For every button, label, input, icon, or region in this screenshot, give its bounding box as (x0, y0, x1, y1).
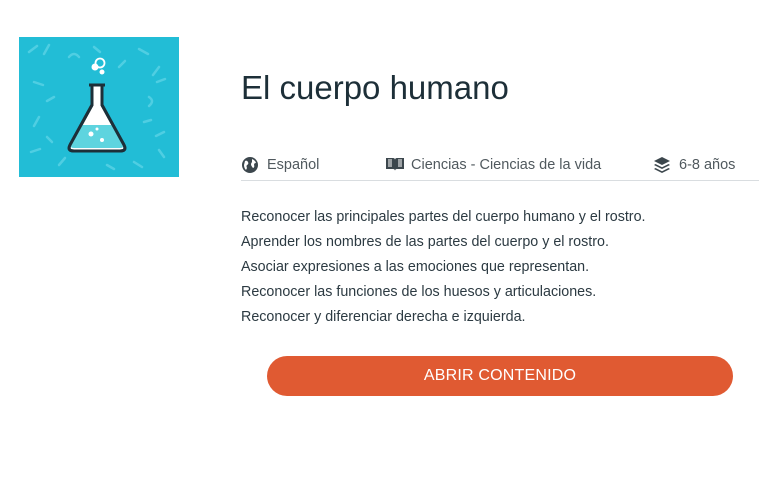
course-title: El cuerpo humano (241, 69, 509, 106)
meta-subject: Ciencias - Ciencias de la vida (385, 156, 601, 174)
objective-item: Reconocer las funciones de los huesos y … (241, 284, 597, 300)
objective-item: Aprender los nombres de las partes del c… (241, 234, 609, 250)
subject-label: Ciencias - Ciencias de la vida (411, 157, 602, 173)
objective-item: Reconocer y diferenciar derecha e izquie… (241, 309, 526, 325)
layers-icon (653, 156, 671, 174)
meta-language: Español (241, 156, 319, 174)
objective-item: Asociar expresiones a las emociones que … (241, 259, 590, 275)
course-meta-bar: Español Ciencias - Ciencias de la vida 6… (241, 152, 759, 181)
age-label: 6-8 años (679, 157, 736, 173)
objective-item: Reconocer las principales partes del cue… (241, 209, 646, 225)
objectives-list: Reconocer las principales partes del cue… (241, 205, 646, 330)
open-content-button[interactable]: ABRIR CONTENIDO (267, 356, 733, 396)
flask-icon (27, 43, 167, 171)
book-icon (385, 156, 405, 174)
course-thumbnail (19, 37, 179, 177)
globe-icon (241, 156, 259, 174)
meta-age: 6-8 años (653, 156, 735, 174)
language-label: Español (267, 157, 320, 173)
